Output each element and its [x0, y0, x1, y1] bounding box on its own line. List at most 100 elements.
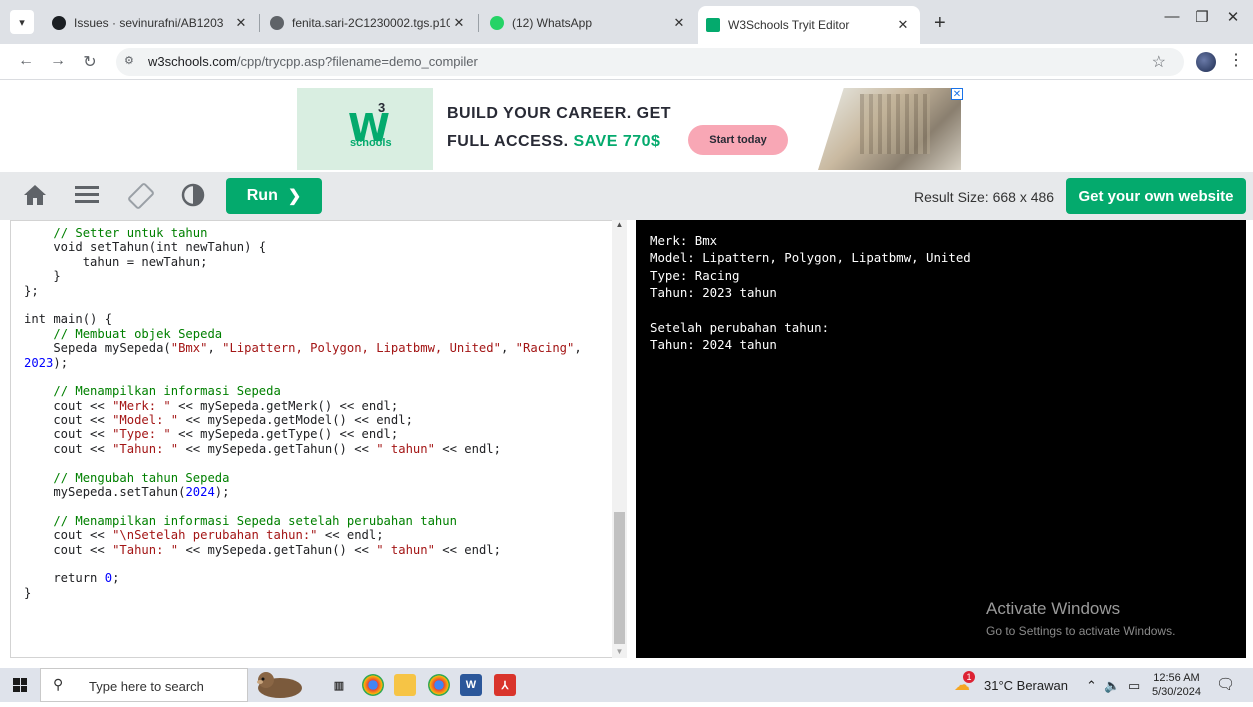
code-line[interactable]: }	[24, 586, 582, 600]
code-line[interactable]: // Membuat objek Sepeda	[24, 327, 582, 341]
close-tab-icon[interactable]: ✕	[670, 15, 688, 31]
code-token: return	[24, 571, 105, 586]
address-bar[interactable]: ⚙ w3schools.com/cpp/trycpp.asp?filename=…	[116, 48, 1184, 76]
code-scrollbar-thumb[interactable]	[614, 512, 625, 644]
code-token: cout <<	[24, 528, 113, 543]
code-line[interactable]	[24, 499, 582, 513]
site-settings-icon[interactable]: ⚙	[124, 54, 134, 67]
code-editor[interactable]: // Setter untuk tahun void setTahun(int …	[10, 220, 627, 658]
chevron-right-icon: ❯	[287, 188, 302, 205]
code-line[interactable]	[24, 298, 582, 312]
close-tab-icon[interactable]: ✕	[450, 15, 468, 31]
close-tab-icon[interactable]: ✕	[894, 17, 912, 33]
ad-close-icon[interactable]: ✕	[951, 88, 963, 100]
code-token: ,	[207, 341, 223, 356]
url-text[interactable]: w3schools.com/cpp/trycpp.asp?filename=de…	[148, 54, 478, 69]
new-tab-plus-icon[interactable]: +	[934, 12, 946, 35]
w3schools-logo-sup: 3	[378, 100, 386, 115]
taskbar-clock[interactable]: 12:56 AM 5/30/2024	[1152, 671, 1201, 699]
code-line[interactable]: 2023);	[24, 356, 582, 370]
code-line[interactable]: // Menampilkan informasi Sepeda	[24, 384, 582, 398]
acrobat-icon[interactable]: ⅄	[494, 674, 516, 696]
chrome-icon[interactable]	[362, 674, 384, 696]
code-token: // Mengubah tahun Sepeda	[53, 470, 230, 485]
run-button[interactable]: Run ❯	[226, 178, 322, 214]
tab-divider	[259, 14, 260, 32]
notification-icon[interactable]: 🗨	[1216, 675, 1235, 693]
chrome-profile-icon[interactable]	[428, 674, 450, 696]
code-token: << mySepeda.getTahun() <<	[178, 542, 377, 557]
bookmark-star-icon[interactable]: ☆	[1152, 52, 1166, 72]
windows-start-icon[interactable]	[0, 668, 40, 702]
home-icon[interactable]	[20, 182, 50, 210]
close-tab-icon[interactable]: ✕	[232, 15, 250, 31]
code-line[interactable]	[24, 456, 582, 470]
code-line[interactable]: void setTahun(int newTahun) {	[24, 240, 582, 254]
code-line[interactable]: cout << "\nSetelah perubahan tahun:" << …	[24, 528, 582, 542]
scroll-down-arrow-icon[interactable]: ▼	[613, 647, 626, 656]
code-line[interactable]: cout << "Type: " << mySepeda.getType() <…	[24, 427, 582, 441]
battery-icon[interactable]: ▭	[1128, 678, 1140, 694]
tab-whatsapp[interactable]: (12) WhatsApp ✕	[482, 8, 696, 38]
start-today-button[interactable]: Start today	[688, 125, 788, 155]
code-line[interactable]: int main() {	[24, 312, 582, 326]
code-token: };	[24, 283, 39, 298]
code-line[interactable]: // Mengubah tahun Sepeda	[24, 471, 582, 485]
code-line[interactable]: };	[24, 284, 582, 298]
profile-avatar[interactable]	[1196, 52, 1216, 72]
volume-icon[interactable]: 🔈	[1104, 678, 1120, 694]
code-line[interactable]: // Menampilkan informasi Sepeda setelah …	[24, 514, 582, 528]
code-line[interactable]: // Setter untuk tahun	[24, 226, 582, 240]
forward-arrow-icon[interactable]: →	[48, 52, 68, 70]
code-line[interactable]: return 0;	[24, 571, 582, 585]
close-window-icon[interactable]: ✕	[1213, 8, 1253, 26]
code-text[interactable]: // Setter untuk tahun void setTahun(int …	[24, 226, 582, 600]
task-view-icon[interactable]: ▥	[328, 674, 350, 696]
file-explorer-icon[interactable]	[394, 674, 416, 696]
code-line[interactable]: }	[24, 269, 582, 283]
scroll-up-arrow-icon[interactable]: ▲	[613, 220, 626, 229]
code-token: ;	[112, 571, 120, 586]
code-line[interactable]: cout << "Model: " << mySepeda.getModel()…	[24, 413, 582, 427]
tray-chevron-up-icon[interactable]: ⌃	[1086, 678, 1097, 694]
reload-icon[interactable]: ↻	[80, 52, 100, 72]
theme-toggle-icon[interactable]	[178, 182, 208, 210]
code-line[interactable]: cout << "Merk: " << mySepeda.getMerk() <…	[24, 399, 582, 413]
back-arrow-icon[interactable]: ←	[16, 52, 36, 70]
tab-github-issues[interactable]: Issues · sevinurafni/AB1203 ✕	[44, 8, 258, 38]
code-line[interactable]: mySepeda.setTahun(2024);	[24, 485, 582, 499]
get-your-own-website-button[interactable]: Get your own website	[1066, 178, 1246, 214]
rotate-layout-icon[interactable]	[126, 182, 156, 210]
code-line[interactable]: cout << "Tahun: " << mySepeda.getTahun()…	[24, 543, 582, 557]
code-token: " tahun"	[376, 441, 435, 456]
code-token: cout <<	[24, 542, 113, 557]
code-line[interactable]	[24, 370, 582, 384]
code-token: }	[24, 585, 32, 600]
tab-search-chevron-icon[interactable]: ▾	[10, 10, 34, 34]
otter-search-highlight-icon[interactable]	[246, 668, 310, 702]
browser-menu-icon[interactable]: ⋮	[1228, 50, 1244, 70]
code-token: << mySepeda.getMerk() << endl;	[170, 398, 399, 413]
word-icon[interactable]: W	[460, 674, 482, 696]
code-token: );	[53, 355, 69, 370]
github-icon	[52, 16, 66, 30]
code-line[interactable]: Sepeda mySepeda("Bmx", "Lipattern, Polyg…	[24, 341, 581, 356]
weather-text[interactable]: 31°C Berawan	[984, 678, 1068, 693]
tab-fenita[interactable]: fenita.sari-2C1230002.tgs.p10.p ✕	[262, 8, 476, 38]
code-token: Sepeda mySepeda(	[24, 341, 171, 356]
code-token: cout <<	[24, 427, 113, 442]
code-token: << mySepeda.getType() << endl;	[170, 427, 399, 442]
ad-banner[interactable]: W 3 schools BUILD YOUR CAREER. GET FULL …	[0, 80, 1253, 172]
code-line[interactable]: tahun = newTahun;	[24, 255, 582, 269]
tab-title: fenita.sari-2C1230002.tgs.p10.p	[292, 16, 450, 30]
code-line[interactable]: cout << "Tahun: " << mySepeda.getTahun()…	[24, 442, 582, 456]
taskbar-search[interactable]: ⚲ Type here to search	[40, 668, 248, 702]
code-token: void setTahun(int newTahun) {	[24, 240, 267, 255]
tab-w3schools[interactable]: W3Schools Tryit Editor ✕	[698, 6, 920, 44]
menu-icon[interactable]	[72, 182, 102, 210]
code-token: << endl;	[317, 528, 384, 543]
weather-badge: 1	[963, 671, 975, 683]
code-line[interactable]	[24, 557, 582, 571]
